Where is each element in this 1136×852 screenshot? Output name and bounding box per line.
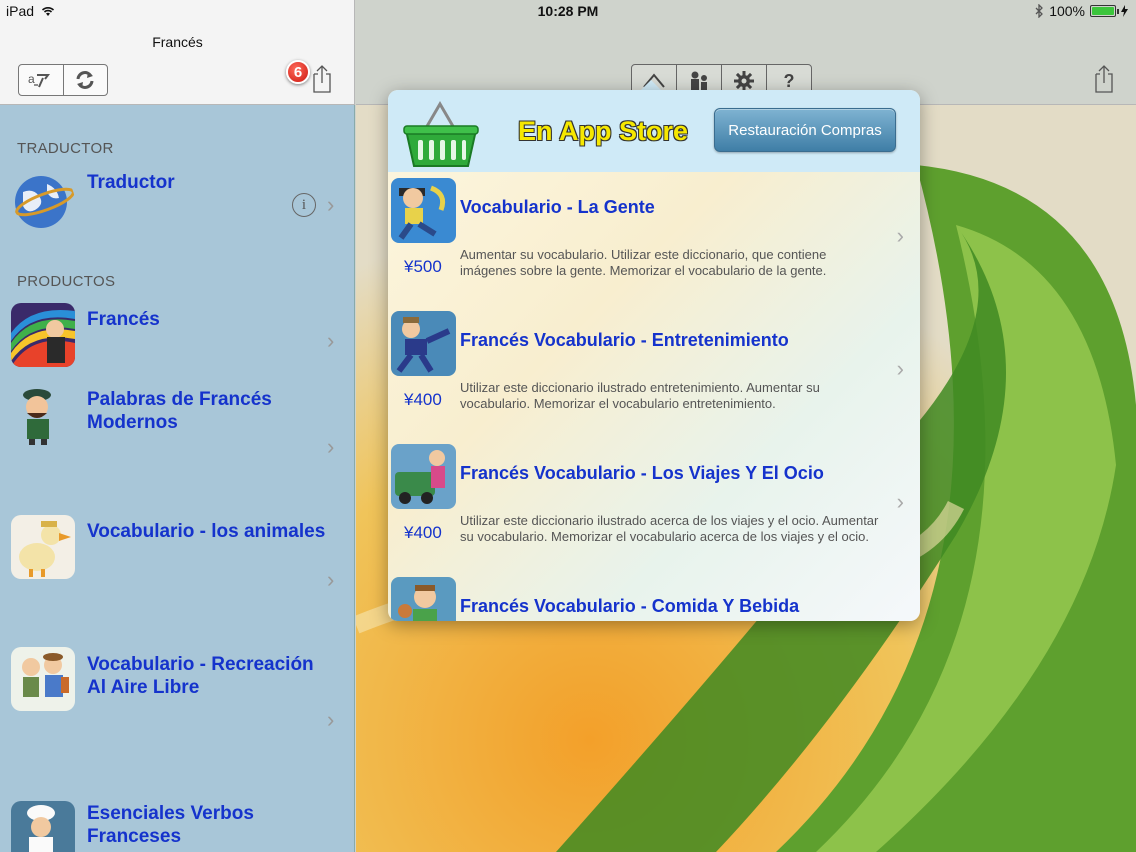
list-item-recreacion[interactable]: Vocabulario - Recreación Al Aire Libre ›	[0, 645, 354, 795]
chevron-right-icon: ›	[896, 356, 904, 381]
product-description: Utilizar este diccionario ilustrado acer…	[460, 513, 879, 544]
globe-icon	[11, 170, 75, 234]
travel-vocab-icon	[391, 444, 456, 509]
section-header-products: PRODUCTOS	[17, 273, 116, 290]
battery-icon	[1090, 5, 1119, 17]
hikers-cartoon-icon	[11, 647, 75, 711]
translator-label: Traductor	[87, 172, 175, 193]
product-row[interactable]: Francés Vocabulario - Entretenimiento ¥4…	[388, 308, 920, 441]
chevron-right-icon: ›	[327, 192, 335, 217]
list-item-palabras-modernos[interactable]: Palabras de Francés Modernos ›	[0, 380, 354, 510]
translate-icon: a	[28, 72, 50, 88]
section-header-translator: TRADUCTOR	[17, 140, 114, 157]
product-price[interactable]: ¥400	[404, 390, 442, 410]
product-price[interactable]: ¥500	[404, 257, 442, 277]
duck-cartoon-icon	[11, 515, 75, 579]
chevron-right-icon: ›	[327, 434, 335, 459]
gear-icon	[734, 71, 754, 91]
swap-language-button[interactable]	[64, 65, 108, 95]
chef-cartoon-icon	[11, 801, 75, 852]
shopping-basket-icon	[403, 101, 479, 167]
product-description: Aumentar su vocabulario. Utilizar este d…	[460, 247, 827, 278]
product-row[interactable]: Vocabulario - La Gente ¥500 Aumentar su …	[388, 175, 920, 308]
restore-purchases-button[interactable]: Restauración Compras	[714, 108, 896, 152]
notification-badge: 6	[286, 60, 310, 84]
store-header: En App Store Restauración Compras	[388, 90, 920, 172]
bluetooth-icon	[1035, 4, 1044, 18]
chevron-right-icon: ›	[896, 223, 904, 248]
left-title: Francés	[152, 34, 203, 50]
people-icon	[691, 71, 707, 90]
product-title: Francés Vocabulario - Los Viajes Y El Oc…	[460, 463, 824, 483]
chevron-right-icon: ›	[327, 707, 335, 732]
svg-text:a: a	[28, 72, 35, 86]
list-item-translator[interactable]: Traductor i ›	[0, 165, 354, 265]
food-vocab-icon	[391, 577, 456, 621]
left-product-list: TRADUCTOR Traductor i › PRODUCTOS Francé…	[0, 105, 355, 852]
chevron-right-icon: ›	[327, 328, 335, 353]
chevron-right-icon: ›	[327, 567, 335, 592]
entertainment-vocab-icon	[391, 311, 456, 376]
chevron-right-icon: ›	[896, 489, 904, 514]
frances-label: Francés	[87, 309, 160, 330]
share-icon[interactable]	[1092, 64, 1116, 94]
product-title: Vocabulario - La Gente	[460, 197, 655, 217]
recreacion-label: Vocabulario - Recreación Al Aire Libre	[87, 654, 314, 698]
battery-percent: 100%	[1049, 3, 1085, 19]
verbos-label: Esenciales Verbos Franceses	[87, 803, 254, 847]
product-title: Francés Vocabulario - Entretenimiento	[460, 330, 789, 350]
app-store-popover: En App Store Restauración Compras Vocabu…	[388, 90, 920, 621]
product-price[interactable]: ¥400	[404, 523, 442, 543]
status-bar: iPad 10:28 PM 100%	[0, 0, 1136, 22]
animales-label: Vocabulario - los animales	[87, 521, 326, 542]
share-icon[interactable]	[310, 64, 334, 94]
product-row[interactable]: Francés Vocabulario - Los Viajes Y El Oc…	[388, 441, 920, 574]
info-icon[interactable]: i	[292, 193, 316, 217]
translate-button[interactable]: a	[19, 65, 64, 95]
product-row[interactable]: Francés Vocabulario - Comida Y Bebida	[388, 574, 920, 621]
man-cartoon-icon	[11, 383, 75, 447]
language-segmented-control: a	[18, 64, 108, 96]
status-right: 100%	[1034, 3, 1128, 19]
people-vocab-icon	[391, 178, 456, 243]
status-time: 10:28 PM	[537, 3, 599, 19]
product-title: Francés Vocabulario - Comida Y Bebida	[460, 596, 800, 616]
palabras-label: Palabras de Francés Modernos	[87, 389, 272, 433]
charging-icon	[1121, 5, 1128, 17]
list-item-frances[interactable]: Francés ›	[0, 300, 354, 380]
store-title: En App Store	[518, 116, 689, 146]
swap-icon	[76, 71, 94, 89]
list-item-animales[interactable]: Vocabulario - los animales ›	[0, 510, 354, 640]
list-item-verbos[interactable]: Esenciales Verbos Franceses	[0, 795, 354, 852]
frances-app-icon	[11, 303, 75, 367]
product-description: Utilizar este diccionario ilustrado entr…	[460, 380, 820, 411]
